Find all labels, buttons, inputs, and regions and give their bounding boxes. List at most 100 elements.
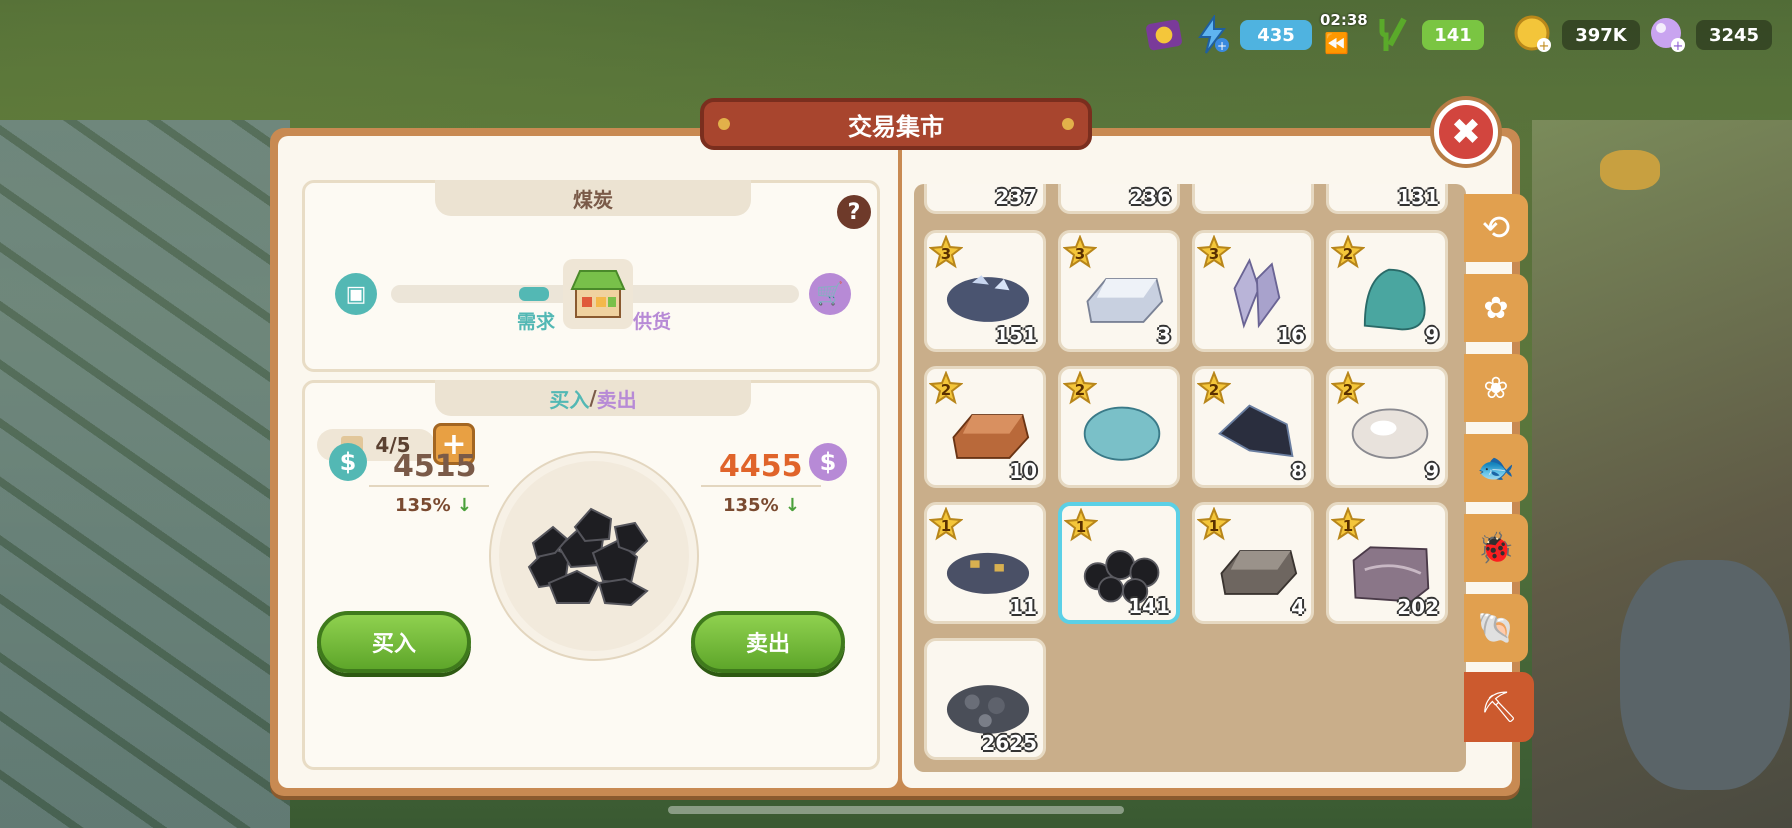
buy-price: 4515	[393, 449, 477, 484]
item-count: 131	[1397, 185, 1439, 209]
inventory-slot-coal[interactable]: 1 141	[1058, 502, 1180, 624]
crops-icon: ✿	[1483, 290, 1509, 326]
tab-shells[interactable]: 🐚	[1464, 594, 1528, 662]
svg-text:+: +	[1217, 39, 1227, 53]
inventory-slot-copper-ingot[interactable]: 2 10	[924, 366, 1046, 488]
duck-badge-icon[interactable]	[1144, 15, 1184, 55]
buy-sell-header: 买入 / 卖出	[435, 380, 751, 416]
item-count: 16	[1277, 323, 1305, 347]
star-rank-badge: 3	[928, 234, 964, 269]
star-count: 1	[1342, 516, 1354, 535]
inventory-slot-gravel[interactable]: 2625	[924, 638, 1046, 760]
scroll-indicator[interactable]	[668, 806, 1124, 814]
inventory-slot-obsidian-shard[interactable]: 28	[1192, 366, 1314, 488]
star-rank-badge: 2	[1330, 234, 1366, 269]
star-rank-badge: 2	[928, 370, 964, 405]
coin-icon[interactable]: +	[1514, 15, 1554, 55]
tab-insects[interactable]: 🐞	[1464, 514, 1528, 582]
tab-crops[interactable]: ✿	[1464, 274, 1528, 342]
supply-label: 供货	[633, 311, 672, 333]
minerals-icon: ⛏	[1479, 689, 1519, 725]
coal-icon	[527, 507, 649, 607]
gem-icon[interactable]: +	[1648, 15, 1688, 55]
rock-decoration	[1600, 150, 1660, 190]
inventory-slot[interactable]: 236	[1058, 184, 1180, 214]
window-title-ribbon: 交易集市	[700, 98, 1092, 150]
inventory-slot-aquamarine-ore[interactable]: 2	[1058, 366, 1180, 488]
item-count: 236	[1129, 185, 1171, 209]
fish-icon: 🐟	[1477, 450, 1515, 486]
tab-minerals[interactable]: ⛏	[1464, 672, 1534, 742]
hud-bar: + 435 02:38 ⏪ 141 + 397K + 3245	[1144, 6, 1772, 64]
tab-history[interactable]: ⟲	[1464, 194, 1528, 262]
sell-price: 4455	[719, 449, 803, 484]
inventory-slot[interactable]: 131	[1326, 184, 1448, 214]
inventory-slot-silver-ore[interactable]: 3 151	[924, 230, 1046, 352]
star-count: 2	[1074, 380, 1086, 399]
inventory-slot-marble-block[interactable]: 1 202	[1326, 502, 1448, 624]
sell-tab[interactable]: 卖出	[597, 384, 637, 413]
inventory-slot-pearl-stone[interactable]: 29	[1326, 366, 1448, 488]
star-rank-badge: 1	[1196, 506, 1232, 541]
nail-decoration	[718, 118, 730, 130]
star-rank-badge: 3	[1062, 234, 1098, 269]
sell-pct-value: 135%	[723, 495, 779, 516]
rewind-icon: ⏪	[1324, 31, 1349, 55]
separator: /	[589, 386, 597, 410]
sell-button[interactable]: 卖出	[691, 611, 845, 673]
divider	[369, 485, 489, 487]
inventory-slot-gold-speck-ore[interactable]: 1 11	[924, 502, 1046, 624]
inventory-slot[interactable]	[1192, 184, 1314, 214]
star-rank-badge: 2	[1062, 370, 1098, 405]
shell-icon: 🐚	[1477, 610, 1515, 646]
buy-pct-value: 135%	[395, 495, 451, 516]
down-arrow-icon: ↓	[784, 495, 800, 516]
inventory-slot[interactable]: 237	[924, 184, 1046, 214]
buy-price-icon: $	[329, 443, 367, 481]
inventory-slot-silver-ingot[interactable]: 33	[1058, 230, 1180, 352]
star-rank-badge: 2	[1196, 370, 1232, 405]
tab-goods[interactable]: ❀	[1464, 354, 1528, 422]
cart-icon: 🛒	[809, 273, 851, 315]
item-count: 3	[1157, 323, 1171, 347]
star-rank-badge: 1	[1330, 506, 1366, 541]
item-count: 151	[995, 323, 1037, 347]
star-rank-badge: 1	[928, 506, 964, 541]
stone-path	[0, 120, 290, 828]
inventory-grid[interactable]: 237 236 131 3 151 3 3 3 16 2 9 2 10 2 2 8 2 9 1 11 1 141 1 4 1 20…	[914, 184, 1466, 772]
fork-knife-icon[interactable]	[1374, 15, 1414, 55]
star-count: 2	[940, 380, 952, 399]
buy-tab[interactable]: 买入	[549, 384, 589, 413]
item-info-section: 煤炭 ? ▣ 🛒 需求 供货	[302, 180, 880, 372]
item-name: 煤炭	[435, 180, 751, 216]
help-button[interactable]: ?	[837, 195, 871, 229]
inventory-slot-turquoise-ore[interactable]: 29	[1326, 230, 1448, 352]
box-icon: ▣	[335, 273, 377, 315]
gems-value: 3245	[1696, 20, 1772, 50]
star-count: 2	[1342, 244, 1354, 263]
energy-icon[interactable]: +	[1192, 15, 1232, 55]
inventory-slot-iron-ingot[interactable]: 14	[1192, 502, 1314, 624]
item-count: 202	[1397, 595, 1439, 619]
inventory-slot-amethyst-crystal[interactable]: 3 16	[1192, 230, 1314, 352]
item-count: 9	[1425, 459, 1439, 483]
trade-section: 买入 / 卖出 4/5 + $ 4515 135% ↓ 4455 $ 135% …	[302, 380, 880, 770]
item-count: 9	[1425, 323, 1439, 347]
item-count: 2625	[981, 731, 1037, 755]
buy-button[interactable]: 买入	[317, 611, 471, 673]
close-button[interactable]: ✖	[1434, 100, 1498, 164]
item-count: 11	[1009, 595, 1037, 619]
history-icon: ⟲	[1481, 208, 1511, 248]
goods-icon: ❀	[1483, 370, 1509, 406]
window-title: 交易集市	[848, 112, 944, 141]
svg-text:+: +	[1673, 39, 1684, 54]
star-count: 3	[940, 244, 952, 263]
timer-text: 02:38	[1320, 11, 1368, 29]
food-value: 141	[1422, 20, 1484, 50]
star-count: 3	[1208, 244, 1220, 263]
divider	[701, 485, 821, 487]
star-count: 1	[1208, 516, 1220, 535]
demand-label: 需求	[517, 311, 556, 333]
star-count: 2	[1342, 380, 1354, 399]
tab-fish[interactable]: 🐟	[1464, 434, 1528, 502]
